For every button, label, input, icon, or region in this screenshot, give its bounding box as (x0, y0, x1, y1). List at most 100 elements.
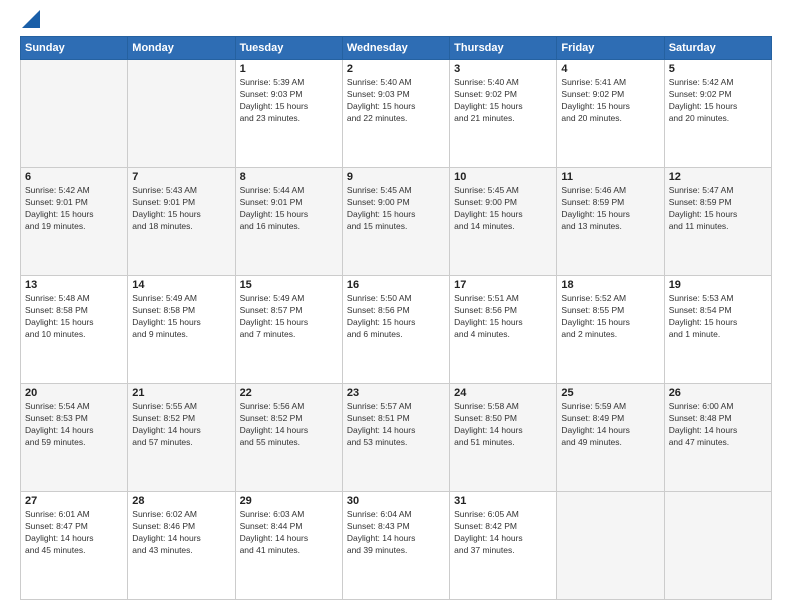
calendar-week-row: 13 Sunrise: 5:48 AM Sunset: 8:58 PM Dayli… (21, 276, 772, 384)
day-info: Sunrise: 5:52 AM Sunset: 8:55 PM Dayligh… (561, 293, 659, 341)
calendar-day-cell: 2 Sunrise: 5:40 AM Sunset: 9:03 PM Daylig… (342, 60, 449, 168)
day-info: Sunrise: 5:46 AM Sunset: 8:59 PM Dayligh… (561, 185, 659, 233)
calendar-day-cell (664, 492, 771, 600)
day-info: Sunrise: 5:43 AM Sunset: 9:01 PM Dayligh… (132, 185, 230, 233)
day-of-week-header: Saturday (664, 37, 771, 60)
day-of-week-header: Wednesday (342, 37, 449, 60)
calendar-day-cell: 7Sunrise: 5:43 AM Sunset: 9:01 PM Daylig… (128, 168, 235, 276)
calendar-day-cell (128, 60, 235, 168)
day-number: 17 (454, 279, 552, 291)
day-info: Sunrise: 5:42 AM Sunset: 9:01 PM Dayligh… (25, 185, 123, 233)
day-number: 27 (25, 495, 123, 507)
day-of-week-header: Monday (128, 37, 235, 60)
calendar-day-cell: 16Sunrise: 5:50 AM Sunset: 8:56 PM Dayli… (342, 276, 449, 384)
day-number: 21 (132, 387, 230, 399)
calendar-day-cell: 22 Sunrise: 5:56 AM Sunset: 8:52 PM Dayli… (235, 384, 342, 492)
calendar-week-row: 6Sunrise: 5:42 AM Sunset: 9:01 PM Daylig… (21, 168, 772, 276)
day-number: 23 (347, 387, 445, 399)
calendar-week-row: 27 Sunrise: 6:01 AM Sunset: 8:47 PM Dayli… (21, 492, 772, 600)
day-info: Sunrise: 5:42 AM Sunset: 9:02 PM Dayligh… (669, 77, 767, 125)
day-number: 13 (25, 279, 123, 291)
calendar-day-cell: 10 Sunrise: 5:45 AM Sunset: 9:00 PM Dayli… (450, 168, 557, 276)
day-info: Sunrise: 5:45 AM Sunset: 9:00 PM Dayligh… (454, 185, 552, 233)
calendar-day-cell: 4 Sunrise: 5:41 AM Sunset: 9:02 PM Daylig… (557, 60, 664, 168)
day-info: Sunrise: 5:49 AM Sunset: 8:57 PM Dayligh… (240, 293, 338, 341)
calendar-day-cell: 28Sunrise: 6:02 AM Sunset: 8:46 PM Dayli… (128, 492, 235, 600)
calendar-header-row: SundayMondayTuesdayWednesdayThursdayFrid… (21, 37, 772, 60)
day-number: 15 (240, 279, 338, 291)
day-number: 1 (240, 63, 338, 75)
calendar-day-cell: 30Sunrise: 6:04 AM Sunset: 8:43 PM Dayli… (342, 492, 449, 600)
calendar-table: SundayMondayTuesdayWednesdayThursdayFrid… (20, 36, 772, 600)
day-info: Sunrise: 6:03 AM Sunset: 8:44 PM Dayligh… (240, 509, 338, 557)
calendar-day-cell: 11 Sunrise: 5:46 AM Sunset: 8:59 PM Dayli… (557, 168, 664, 276)
day-info: Sunrise: 5:45 AM Sunset: 9:00 PM Dayligh… (347, 185, 445, 233)
calendar-day-cell: 6Sunrise: 5:42 AM Sunset: 9:01 PM Daylig… (21, 168, 128, 276)
day-number: 25 (561, 387, 659, 399)
day-info: Sunrise: 5:53 AM Sunset: 8:54 PM Dayligh… (669, 293, 767, 341)
day-info: Sunrise: 6:01 AM Sunset: 8:47 PM Dayligh… (25, 509, 123, 557)
day-info: Sunrise: 5:41 AM Sunset: 9:02 PM Dayligh… (561, 77, 659, 125)
day-number: 24 (454, 387, 552, 399)
day-info: Sunrise: 6:02 AM Sunset: 8:46 PM Dayligh… (132, 509, 230, 557)
calendar-day-cell: 21 Sunrise: 5:55 AM Sunset: 8:52 PM Dayli… (128, 384, 235, 492)
calendar-day-cell: 13 Sunrise: 5:48 AM Sunset: 8:58 PM Dayli… (21, 276, 128, 384)
calendar-day-cell: 17 Sunrise: 5:51 AM Sunset: 8:56 PM Dayli… (450, 276, 557, 384)
calendar-day-cell (557, 492, 664, 600)
day-number: 14 (132, 279, 230, 291)
calendar-day-cell (21, 60, 128, 168)
calendar-week-row: 20Sunrise: 5:54 AM Sunset: 8:53 PM Dayli… (21, 384, 772, 492)
calendar-day-cell: 27 Sunrise: 6:01 AM Sunset: 8:47 PM Dayli… (21, 492, 128, 600)
calendar-day-cell: 12Sunrise: 5:47 AM Sunset: 8:59 PM Dayli… (664, 168, 771, 276)
day-info: Sunrise: 5:56 AM Sunset: 8:52 PM Dayligh… (240, 401, 338, 449)
calendar-week-row: 1 Sunrise: 5:39 AM Sunset: 9:03 PM Daylig… (21, 60, 772, 168)
calendar-day-cell: 25 Sunrise: 5:59 AM Sunset: 8:49 PM Dayli… (557, 384, 664, 492)
day-number: 29 (240, 495, 338, 507)
calendar-day-cell: 1 Sunrise: 5:39 AM Sunset: 9:03 PM Daylig… (235, 60, 342, 168)
calendar-day-cell: 20Sunrise: 5:54 AM Sunset: 8:53 PM Dayli… (21, 384, 128, 492)
calendar-day-cell: 9 Sunrise: 5:45 AM Sunset: 9:00 PM Daylig… (342, 168, 449, 276)
day-info: Sunrise: 5:51 AM Sunset: 8:56 PM Dayligh… (454, 293, 552, 341)
logo (20, 18, 42, 26)
day-info: Sunrise: 5:49 AM Sunset: 8:58 PM Dayligh… (132, 293, 230, 341)
day-number: 2 (347, 63, 445, 75)
day-info: Sunrise: 6:04 AM Sunset: 8:43 PM Dayligh… (347, 509, 445, 557)
day-info: Sunrise: 6:05 AM Sunset: 8:42 PM Dayligh… (454, 509, 552, 557)
day-of-week-header: Friday (557, 37, 664, 60)
day-number: 4 (561, 63, 659, 75)
day-info: Sunrise: 5:57 AM Sunset: 8:51 PM Dayligh… (347, 401, 445, 449)
calendar-day-cell: 19 Sunrise: 5:53 AM Sunset: 8:54 PM Dayli… (664, 276, 771, 384)
day-number: 8 (240, 171, 338, 183)
calendar-day-cell: 18 Sunrise: 5:52 AM Sunset: 8:55 PM Dayli… (557, 276, 664, 384)
calendar-day-cell: 15 Sunrise: 5:49 AM Sunset: 8:57 PM Dayli… (235, 276, 342, 384)
calendar-day-cell: 23 Sunrise: 5:57 AM Sunset: 8:51 PM Dayli… (342, 384, 449, 492)
header (20, 18, 772, 26)
day-info: Sunrise: 5:39 AM Sunset: 9:03 PM Dayligh… (240, 77, 338, 125)
day-number: 9 (347, 171, 445, 183)
day-info: Sunrise: 6:00 AM Sunset: 8:48 PM Dayligh… (669, 401, 767, 449)
day-number: 18 (561, 279, 659, 291)
day-number: 31 (454, 495, 552, 507)
calendar-day-cell: 8 Sunrise: 5:44 AM Sunset: 9:01 PM Daylig… (235, 168, 342, 276)
calendar-day-cell: 5 Sunrise: 5:42 AM Sunset: 9:02 PM Daylig… (664, 60, 771, 168)
day-number: 3 (454, 63, 552, 75)
day-info: Sunrise: 5:40 AM Sunset: 9:02 PM Dayligh… (454, 77, 552, 125)
day-number: 5 (669, 63, 767, 75)
day-of-week-header: Thursday (450, 37, 557, 60)
day-info: Sunrise: 5:40 AM Sunset: 9:03 PM Dayligh… (347, 77, 445, 125)
day-number: 11 (561, 171, 659, 183)
calendar-day-cell: 3 Sunrise: 5:40 AM Sunset: 9:02 PM Daylig… (450, 60, 557, 168)
day-info: Sunrise: 5:48 AM Sunset: 8:58 PM Dayligh… (25, 293, 123, 341)
logo-icon (22, 10, 42, 30)
day-info: Sunrise: 5:50 AM Sunset: 8:56 PM Dayligh… (347, 293, 445, 341)
calendar-day-cell: 26Sunrise: 6:00 AM Sunset: 8:48 PM Dayli… (664, 384, 771, 492)
day-info: Sunrise: 5:44 AM Sunset: 9:01 PM Dayligh… (240, 185, 338, 233)
day-number: 19 (669, 279, 767, 291)
day-number: 22 (240, 387, 338, 399)
day-info: Sunrise: 5:59 AM Sunset: 8:49 PM Dayligh… (561, 401, 659, 449)
page: SundayMondayTuesdayWednesdayThursdayFrid… (0, 0, 792, 612)
day-info: Sunrise: 5:58 AM Sunset: 8:50 PM Dayligh… (454, 401, 552, 449)
day-number: 10 (454, 171, 552, 183)
day-info: Sunrise: 5:47 AM Sunset: 8:59 PM Dayligh… (669, 185, 767, 233)
day-info: Sunrise: 5:55 AM Sunset: 8:52 PM Dayligh… (132, 401, 230, 449)
